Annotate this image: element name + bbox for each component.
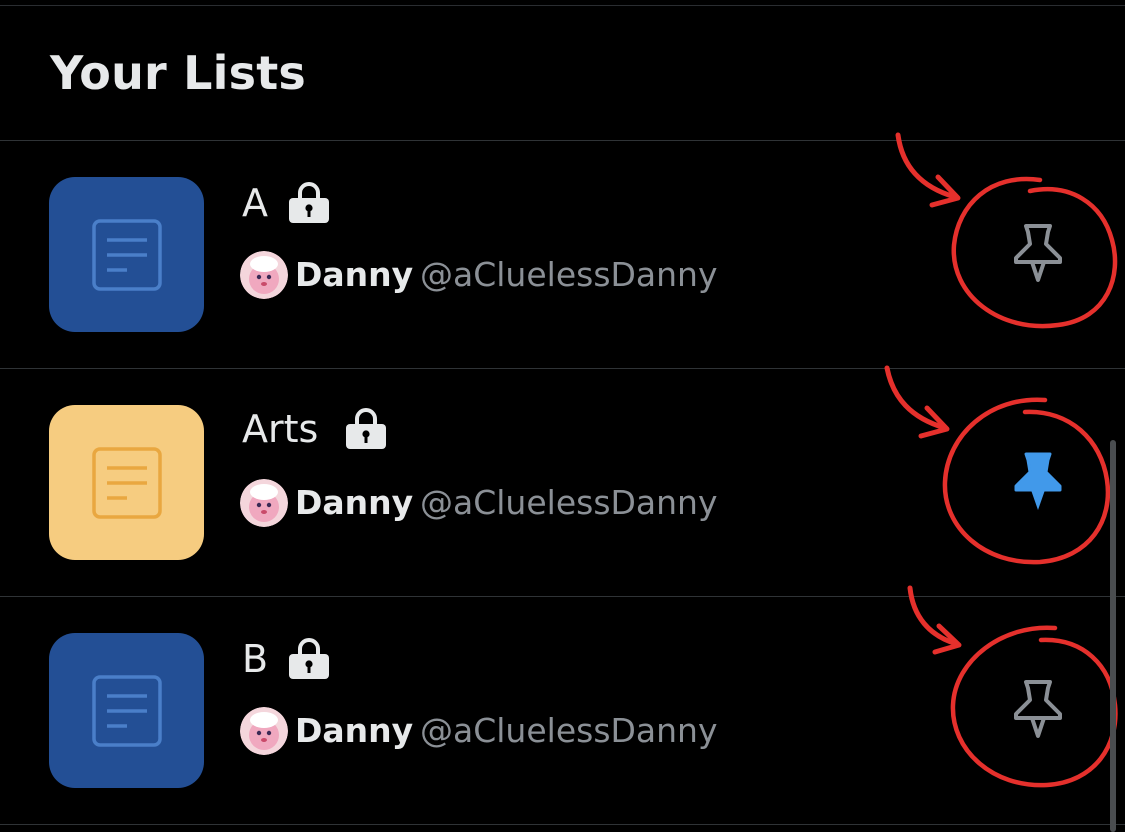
owner-name: Danny [295, 483, 414, 522]
list-thumbnail [49, 177, 204, 332]
pin-button[interactable] [1000, 445, 1076, 521]
avatar [240, 479, 288, 527]
list-document-icon [91, 674, 162, 747]
list-item[interactable]: B Danny @aCluelessDanny [0, 597, 1125, 825]
lock-icon [289, 182, 329, 223]
scrollbar[interactable] [1110, 440, 1116, 832]
pin-button[interactable] [1000, 673, 1076, 749]
avatar [240, 251, 288, 299]
lock-icon [289, 638, 329, 679]
pin-icon [1014, 224, 1062, 282]
pin-button[interactable] [1000, 217, 1076, 293]
list-item[interactable]: Arts Danny @aCluelessDanny [0, 369, 1125, 597]
your-lists-screen: Your Lists A Danny @aCluelessDanny Arts … [0, 0, 1125, 832]
list-name: Arts [242, 407, 319, 451]
owner-name: Danny [295, 255, 414, 294]
list-document-icon [91, 218, 162, 291]
list-thumbnail [49, 405, 204, 560]
list-name: B [242, 637, 269, 681]
lock-icon [346, 408, 386, 449]
avatar [240, 707, 288, 755]
owner-handle: @aCluelessDanny [420, 255, 718, 294]
owner-handle: @aCluelessDanny [420, 483, 718, 522]
owner-name: Danny [295, 711, 414, 750]
list-name: A [242, 181, 268, 225]
divider [0, 824, 1125, 825]
owner-handle: @aCluelessDanny [420, 711, 718, 750]
pin-icon [1014, 680, 1062, 738]
list-item[interactable]: A Danny @aCluelessDanny [0, 141, 1125, 369]
page-title: Your Lists [50, 46, 306, 100]
top-divider [0, 0, 1125, 6]
list-document-icon [91, 446, 162, 519]
pin-icon [1014, 452, 1062, 510]
list-thumbnail [49, 633, 204, 788]
